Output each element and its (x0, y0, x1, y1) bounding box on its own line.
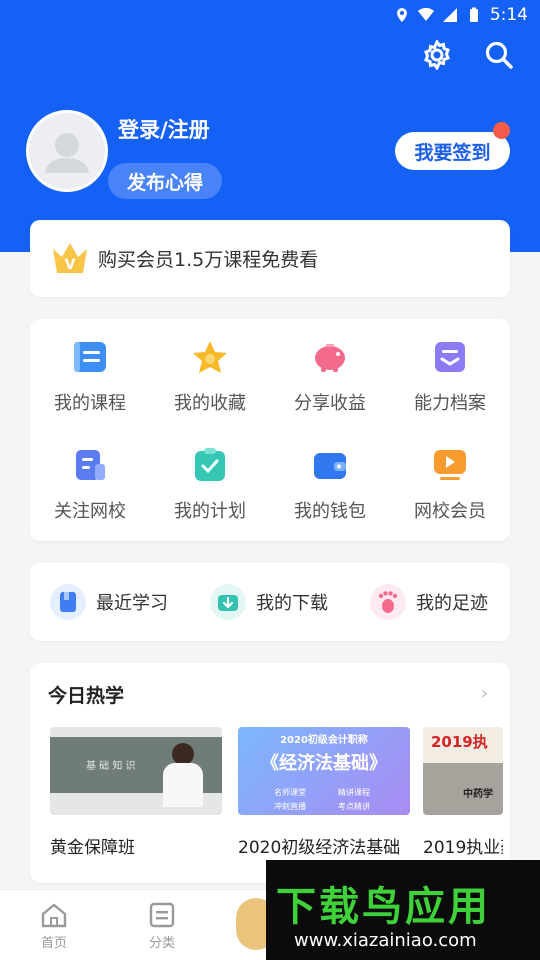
course-thumbnail: 2020初级会计职称 《经济法基础》 名师课堂 精讲课程 冲刺直播 考点精讲 (238, 727, 410, 815)
star-icon (190, 337, 230, 377)
piggy-bank-icon (310, 337, 350, 377)
menu-row: 关注网校 我的计划 我的钱包 网校会员 (30, 445, 510, 553)
search-button[interactable] (482, 38, 516, 72)
section-title: 今日热学 (48, 685, 125, 707)
menu-grid: 我的课程 我的收藏 分享收益 能力档案 关注网校 我的计划 我的钱包 网校会员 (30, 319, 510, 541)
menu-item-label: 我的收藏 (174, 393, 246, 414)
svg-text:V: V (65, 257, 76, 273)
course-title: 2019执业药 (423, 838, 503, 858)
menu-item-label: 我的钱包 (294, 501, 366, 522)
chevron-right-icon[interactable]: › (481, 683, 488, 704)
document-icon (70, 445, 110, 485)
hot-courses-section: 今日热学 › 基 础 知 识 黄金保障班 2020初级会计职称 《经济法基础》 … (30, 663, 510, 883)
course-title: 2020初级经济法基础 (238, 838, 401, 858)
book-icon (50, 584, 86, 620)
vip-banner[interactable]: V 购买会员1.5万课程免费看 (30, 220, 510, 297)
category-icon (149, 902, 175, 928)
menu-item-school-vip[interactable]: 网校会员 (390, 445, 510, 553)
menu-item-favorites[interactable]: 我的收藏 (150, 337, 270, 445)
course-icon (70, 337, 110, 377)
menu-row: 我的课程 我的收藏 分享收益 能力档案 (30, 337, 510, 445)
footprint-icon (370, 584, 406, 620)
header-actions (420, 38, 516, 72)
quick-links: 最近学习 我的下载 我的足迹 (30, 563, 510, 641)
menu-item-my-courses[interactable]: 我的课程 (30, 337, 150, 445)
wifi-icon (417, 8, 434, 21)
crown-icon: V (53, 242, 87, 273)
menu-item-label: 我的计划 (174, 501, 246, 522)
course-thumbnail: 2019执 中药学 (423, 727, 503, 815)
menu-item-ability-archive[interactable]: 能力档案 (390, 337, 510, 445)
menu-item-label: 网校会员 (414, 501, 486, 522)
quick-link-label: 我的下载 (256, 593, 328, 614)
menu-item-label: 能力档案 (414, 393, 486, 414)
menu-item-share-earnings[interactable]: 分享收益 (270, 337, 390, 445)
notification-dot (493, 122, 510, 139)
nav-label: 首页 (40, 936, 67, 951)
nav-tab-category[interactable]: 分类 (132, 902, 192, 951)
course-thumbnail: 基 础 知 识 (50, 727, 222, 815)
vip-text: 购买会员1.5万课程免费看 (98, 249, 319, 271)
menu-item-label: 分享收益 (294, 393, 366, 414)
quick-link-label: 我的足迹 (416, 593, 488, 614)
login-register-link[interactable]: 登录/注册 (118, 114, 210, 144)
course-card[interactable]: 基 础 知 识 黄金保障班 (50, 727, 222, 858)
home-icon (41, 903, 67, 928)
sign-in-button[interactable]: 我要签到 (395, 132, 510, 170)
archive-icon (430, 337, 470, 377)
menu-item-label: 关注网校 (54, 501, 126, 522)
watermark-url: www.xiazainiao.com (294, 930, 477, 951)
clipboard-icon (190, 445, 230, 485)
course-title: 黄金保障班 (50, 838, 135, 858)
avatar[interactable] (26, 110, 108, 192)
play-icon (430, 445, 470, 485)
menu-item-follow-school[interactable]: 关注网校 (30, 445, 150, 553)
quick-link-label: 最近学习 (96, 593, 168, 614)
wallet-icon (310, 445, 350, 485)
gear-icon (424, 40, 450, 70)
download-icon (210, 584, 246, 620)
watermark-title: 下载鸟应用 (276, 884, 491, 930)
publish-notes-button[interactable]: 发布心得 (108, 163, 222, 199)
menu-item-my-plan[interactable]: 我的计划 (150, 445, 270, 553)
course-card[interactable]: 2020初级会计职称 《经济法基础》 名师课堂 精讲课程 冲刺直播 考点精讲 2… (238, 727, 410, 858)
search-icon (485, 41, 513, 69)
signal-icon (442, 8, 457, 22)
status-time: 5:14 (489, 5, 528, 25)
nav-tab-home[interactable]: 首页 (24, 902, 84, 951)
location-icon (396, 8, 407, 22)
user-placeholder-icon (45, 133, 89, 173)
status-bar: 5:14 (0, 0, 540, 30)
menu-item-label: 我的课程 (54, 393, 126, 414)
quick-link-recent-study[interactable]: 最近学习 (30, 584, 190, 620)
nav-label: 分类 (148, 936, 175, 951)
quick-link-my-downloads[interactable]: 我的下载 (190, 584, 350, 620)
course-card[interactable]: 2019执 中药学 2019执业药 (423, 727, 503, 858)
battery-icon (469, 7, 478, 22)
settings-button[interactable] (420, 38, 454, 72)
menu-item-wallet[interactable]: 我的钱包 (270, 445, 390, 553)
quick-link-my-footprints[interactable]: 我的足迹 (350, 584, 510, 620)
watermark: 下载鸟应用 www.xiazainiao.com (266, 860, 540, 960)
